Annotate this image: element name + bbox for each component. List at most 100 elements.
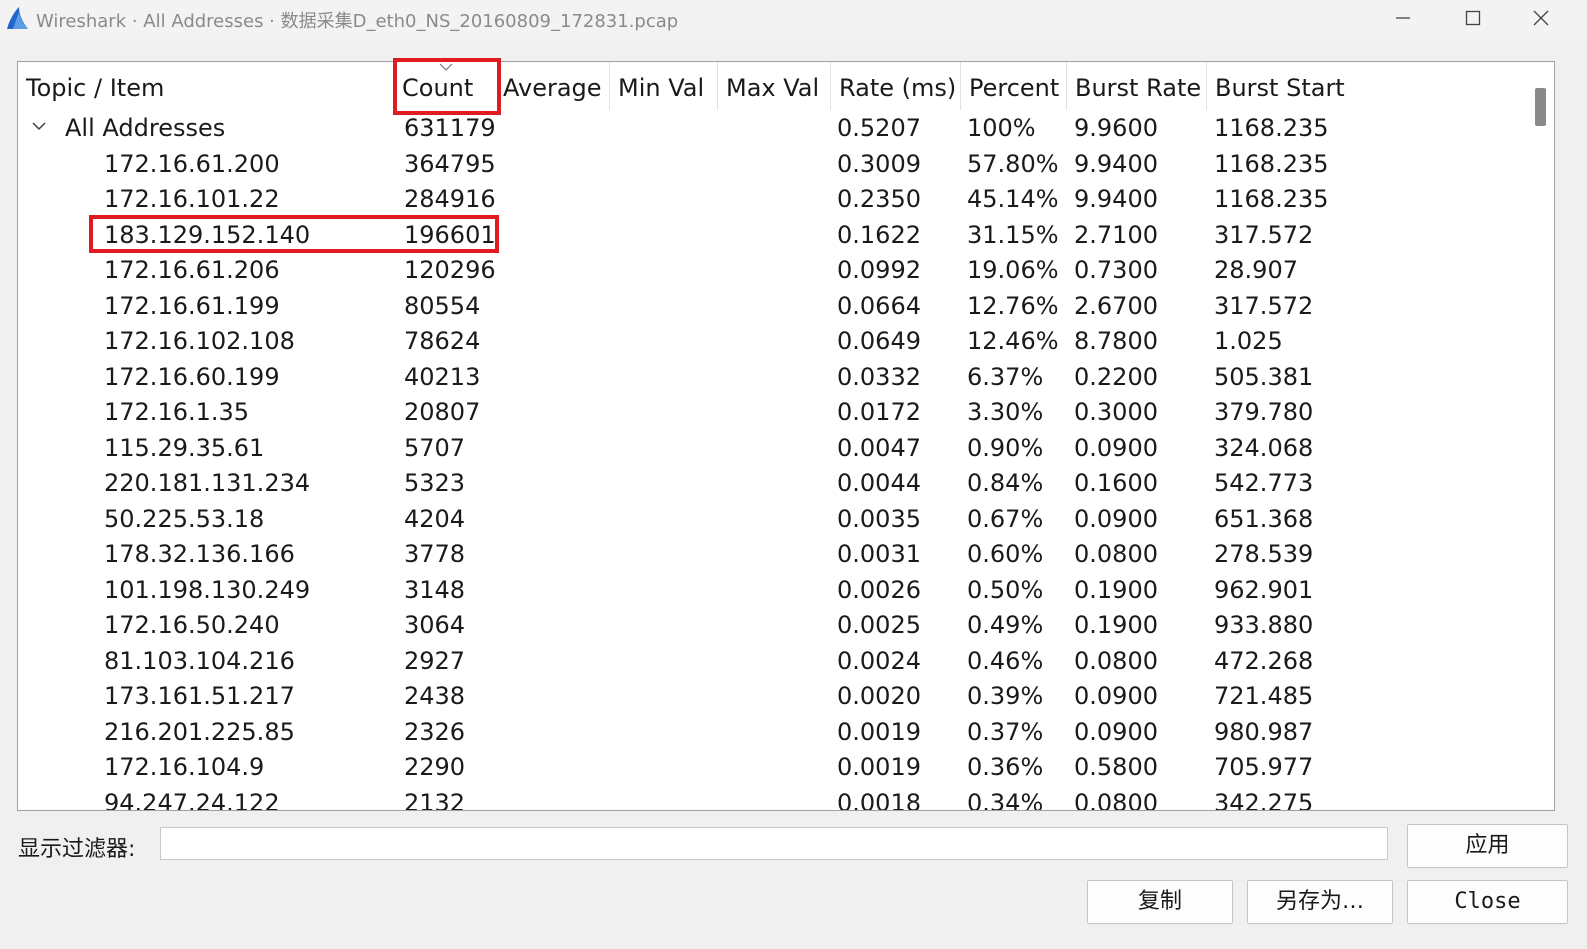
save-as-button[interactable]: 另存为… xyxy=(1247,880,1393,924)
table-row[interactable]: 216.201.225.85 2326 0.0019 0.37% 0.0900 980.9… xyxy=(18,714,1528,750)
cell-topic: 173.161.51.217 xyxy=(104,682,295,710)
cell-burst-rate: 0.1900 xyxy=(1074,611,1158,639)
table-header: Topic / Item Count Average Min Val Max V… xyxy=(18,62,1528,110)
table-row[interactable]: 172.16.102.108 78624 0.0649 12.46% 8.7800 1.0… xyxy=(18,323,1528,359)
scrollbar-thumb[interactable] xyxy=(1535,88,1546,126)
cell-burst-start: 962.901 xyxy=(1214,575,1314,604)
cell-topic: 172.16.60.199 xyxy=(104,362,280,391)
cell-rate: 0.0172 xyxy=(837,398,921,426)
cell-burst-rate: 9.9400 xyxy=(1074,149,1158,178)
copy-button[interactable]: 复制 xyxy=(1087,880,1233,924)
apply-button[interactable]: 应用 xyxy=(1407,824,1568,868)
display-filter-input[interactable] xyxy=(160,827,1388,860)
cell-burst-start: 1168.235 xyxy=(1214,149,1329,178)
cell-percent: 6.37% xyxy=(967,362,1044,391)
cell-burst-start: 317.572 xyxy=(1214,220,1314,249)
sort-descending-icon xyxy=(439,63,453,71)
table-row[interactable]: 183.129.152.140 196601 0.1622 31.15% 2.7100 3… xyxy=(18,217,1528,253)
table-row[interactable]: 172.16.50.240 3064 0.0025 0.49% 0.1900 933.88… xyxy=(18,607,1528,643)
cell-topic: 172.16.61.199 xyxy=(104,291,280,320)
table-row[interactable]: 50.225.53.18 4204 0.0035 0.67% 0.0900 651.368 xyxy=(18,501,1528,537)
table-row[interactable]: 172.16.60.199 40213 0.0332 6.37% 0.2200 505.3… xyxy=(18,359,1528,395)
window-close-button[interactable] xyxy=(1518,0,1564,36)
column-header-max-val[interactable]: Max Val xyxy=(718,62,831,110)
minimize-button[interactable] xyxy=(1380,0,1426,36)
table-row[interactable]: 101.198.130.249 3148 0.0026 0.50% 0.1900 962.… xyxy=(18,572,1528,608)
stats-tree-table: Topic / Item Count Average Min Val Max V… xyxy=(17,61,1555,811)
column-header-topic[interactable]: Topic / Item xyxy=(18,62,394,110)
table-row[interactable]: 172.16.104.9 2290 0.0019 0.36% 0.5800 705.977 xyxy=(18,749,1528,785)
cell-rate: 0.0019 xyxy=(837,753,921,781)
column-header-average[interactable]: Average xyxy=(497,62,610,110)
cell-rate: 0.0018 xyxy=(837,788,921,811)
cell-burst-start: 342.275 xyxy=(1214,788,1314,811)
table-row[interactable]: 172.16.101.22 284916 0.2350 45.14% 9.9400 116… xyxy=(18,181,1528,217)
table-row[interactable]: 220.181.131.234 5323 0.0044 0.84% 0.1600 542.… xyxy=(18,465,1528,501)
table-row[interactable]: 178.32.136.166 3778 0.0031 0.60% 0.0800 278.5… xyxy=(18,536,1528,572)
chevron-down-icon[interactable] xyxy=(31,120,47,132)
cell-count: 2326 xyxy=(404,717,466,746)
cell-percent: 0.37% xyxy=(967,717,1044,746)
cell-burst-start: 278.539 xyxy=(1214,540,1314,568)
column-header-min-val[interactable]: Min Val xyxy=(610,62,718,110)
column-header-burst-start[interactable]: Burst Start xyxy=(1207,62,1528,110)
cell-topic: 216.201.225.85 xyxy=(104,717,295,746)
cell-topic: 178.32.136.166 xyxy=(104,540,295,568)
cell-rate: 0.0026 xyxy=(837,575,921,604)
column-header-burst-rate[interactable]: Burst Rate xyxy=(1067,62,1207,110)
cell-percent: 0.34% xyxy=(967,788,1044,811)
table-row[interactable]: 115.29.35.61 5707 0.0047 0.90% 0.0900 324.068 xyxy=(18,430,1528,466)
cell-rate: 0.5207 xyxy=(837,114,921,142)
window-title: Wireshark · All Addresses · 数据采集D_eth0_N… xyxy=(36,11,679,32)
table-row[interactable]: 81.103.104.216 2927 0.0024 0.46% 0.0800 472.2… xyxy=(18,643,1528,679)
table-row[interactable]: 172.16.1.35 20807 0.0172 3.30% 0.3000 379.780 xyxy=(18,394,1528,430)
cell-burst-rate: 0.0900 xyxy=(1074,682,1158,710)
cell-topic: 172.16.102.108 xyxy=(104,327,295,355)
cell-burst-rate: 0.3000 xyxy=(1074,398,1158,426)
cell-burst-start: 980.987 xyxy=(1214,717,1314,746)
table-row[interactable]: 172.16.61.199 80554 0.0664 12.76% 2.6700 317.… xyxy=(18,288,1528,324)
cell-burst-start: 472.268 xyxy=(1214,646,1314,675)
cell-burst-rate: 0.0900 xyxy=(1074,717,1158,746)
cell-percent: 19.06% xyxy=(967,256,1059,284)
cell-burst-start: 28.907 xyxy=(1214,256,1298,284)
cell-rate: 0.0035 xyxy=(837,504,921,533)
maximize-button[interactable] xyxy=(1450,0,1496,36)
cell-topic: 115.29.35.61 xyxy=(104,433,265,462)
cell-topic: 50.225.53.18 xyxy=(104,504,265,533)
close-button[interactable]: Close xyxy=(1407,880,1568,924)
table-row[interactable]: 172.16.61.206 120296 0.0992 19.06% 0.7300 28.… xyxy=(18,252,1528,288)
table-row[interactable]: 173.161.51.217 2438 0.0020 0.39% 0.0900 721.4… xyxy=(18,678,1528,714)
cell-count: 2132 xyxy=(404,788,466,811)
cell-percent: 12.46% xyxy=(967,327,1059,355)
cell-burst-rate: 2.7100 xyxy=(1074,220,1158,249)
column-header-percent[interactable]: Percent xyxy=(961,62,1067,110)
table-row[interactable]: 172.16.61.200 364795 0.3009 57.80% 9.9400 116… xyxy=(18,146,1528,182)
cell-percent: 100% xyxy=(967,114,1036,142)
cell-count: 3064 xyxy=(404,611,466,639)
cell-topic: 172.16.1.35 xyxy=(104,398,250,426)
cell-rate: 0.1622 xyxy=(837,220,921,249)
cell-burst-start: 542.773 xyxy=(1214,469,1314,497)
cell-percent: 0.84% xyxy=(967,469,1044,497)
cell-burst-rate: 9.9400 xyxy=(1074,185,1158,213)
cell-burst-rate: 0.5800 xyxy=(1074,753,1158,781)
cell-rate: 0.0664 xyxy=(837,291,921,320)
cell-count: 40213 xyxy=(404,362,481,391)
table-row[interactable]: 94.247.24.122 2132 0.0018 0.34% 0.0800 342.27… xyxy=(18,785,1528,811)
cell-rate: 0.0024 xyxy=(837,646,921,675)
cell-rate: 0.3009 xyxy=(837,149,921,178)
cell-percent: 0.67% xyxy=(967,504,1044,533)
cell-count: 3778 xyxy=(404,540,466,568)
cell-rate: 0.0020 xyxy=(837,682,921,710)
vertical-scrollbar[interactable] xyxy=(1528,62,1554,810)
cell-burst-rate: 0.1600 xyxy=(1074,469,1158,497)
cell-burst-start: 505.381 xyxy=(1214,362,1314,391)
cell-percent: 12.76% xyxy=(967,291,1059,320)
column-header-rate[interactable]: Rate (ms) xyxy=(831,62,961,110)
tree-parent-row[interactable]: All Addresses 631179 0.5207 100% 9.9600 1168.… xyxy=(18,110,1528,146)
minimize-icon xyxy=(1396,17,1410,19)
cell-burst-rate: 8.7800 xyxy=(1074,327,1158,355)
cell-percent: 45.14% xyxy=(967,185,1059,213)
cell-count: 364795 xyxy=(404,149,496,178)
